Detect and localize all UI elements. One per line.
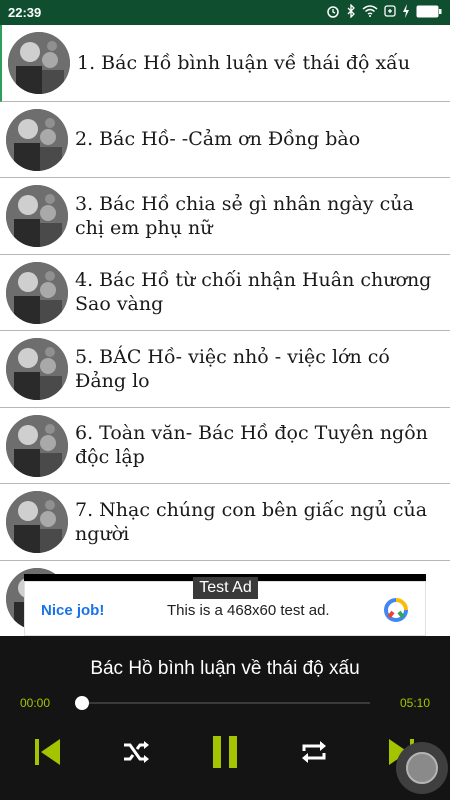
track-title: 3. Bác Hồ chia sẻ gì nhân ngày của chị e… <box>75 192 414 239</box>
wifi-icon <box>362 5 378 17</box>
elapsed-time: 00:00 <box>20 696 51 710</box>
skip-previous-button[interactable] <box>27 732 67 772</box>
track-thumbnail <box>8 32 70 94</box>
track-thumbnail <box>6 108 68 171</box>
track-item-5[interactable]: 5. BÁC Hồ- việc nhỏ - việc lớn có Đảng l… <box>0 331 450 408</box>
ad-headline: Nice job! <box>41 602 105 619</box>
floating-assistive-button[interactable] <box>396 742 448 794</box>
seek-thumb[interactable] <box>75 696 89 710</box>
status-icons <box>326 4 442 18</box>
track-title: 4. Bác Hồ từ chối nhận Huân chương Sao v… <box>75 269 432 316</box>
track-title: 5. BÁC Hồ- việc nhỏ - việc lớn có Đảng l… <box>75 345 390 392</box>
track-title: 1. Bác Hồ bình luận về thái độ xấu <box>77 51 411 74</box>
track-item-2[interactable]: 2. Bác Hồ- -Cảm ơn Đồng bào <box>0 101 450 178</box>
track-title: 2. Bác Hồ- -Cảm ơn Đồng bào <box>75 128 361 151</box>
total-time: 05:10 <box>399 696 430 710</box>
track-thumbnail <box>6 491 68 553</box>
status-time: 22:39 <box>8 5 42 20</box>
track-item-1[interactable]: 1. Bác Hồ bình luận về thái độ xấu <box>0 25 450 102</box>
battery-icon <box>416 5 442 18</box>
alarm-icon <box>326 4 340 18</box>
track-item-3[interactable]: 3. Bác Hồ chia sẻ gì nhân ngày của chị e… <box>0 178 450 255</box>
status-bar: 22:39 <box>0 0 450 25</box>
track-item-7[interactable]: 7. Nhạc chúng con bên giấc ngủ của người <box>0 484 450 561</box>
track-list: 1. Bác Hồ bình luận về thái độ xấu 2. Bá… <box>0 25 450 637</box>
track-thumbnail <box>6 414 68 477</box>
track-item-4[interactable]: 4. Bác Hồ từ chối nhận Huân chương Sao v… <box>0 254 450 331</box>
shuffle-icon <box>122 740 150 764</box>
bluetooth-icon <box>346 4 356 18</box>
repeat-icon <box>300 739 328 765</box>
pause-button[interactable] <box>205 732 245 772</box>
ad-network-logo-icon <box>383 597 409 623</box>
track-thumbnail <box>6 338 68 400</box>
track-item-6[interactable]: 6. Toàn văn- Bác Hồ đọc Tuyên ngôn độc l… <box>0 407 450 484</box>
track-title: 7. Nhạc chúng con bên giấc ngủ của người <box>75 498 428 545</box>
charging-icon <box>402 4 410 18</box>
assistive-touch-icon <box>406 752 438 784</box>
pause-icon <box>210 734 240 770</box>
music-player: Bác Hồ bình luận về thái độ xấu 00:00 05… <box>0 636 450 800</box>
battery-saver-icon <box>384 5 396 17</box>
track-thumbnail <box>6 261 68 324</box>
ad-tag-label: Test Ad <box>193 577 258 599</box>
track-thumbnail <box>6 185 68 247</box>
repeat-button[interactable] <box>294 732 334 772</box>
seek-bar[interactable] <box>80 702 370 704</box>
track-title: 6. Toàn văn- Bác Hồ đọc Tuyên ngôn độc l… <box>75 422 428 469</box>
ad-body: This is a 468x60 test ad. <box>167 602 330 619</box>
now-playing-title: Bác Hồ bình luận về thái độ xấu <box>90 658 360 679</box>
skip-previous-icon <box>30 735 64 769</box>
shuffle-button[interactable] <box>116 732 156 772</box>
